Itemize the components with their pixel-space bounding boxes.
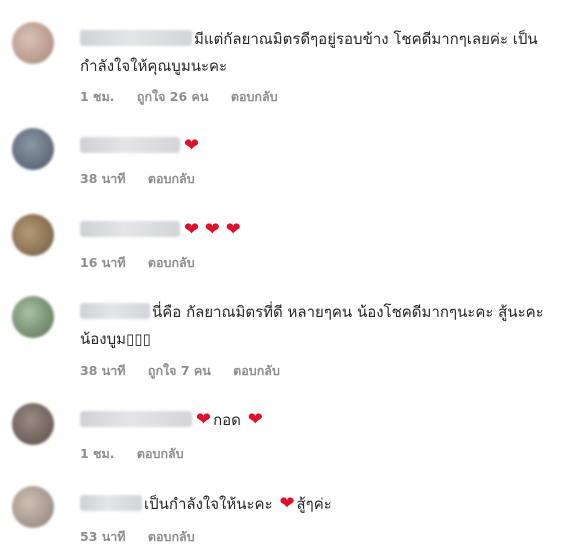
avatar[interactable] [12, 22, 54, 64]
comment-text-block: มีแต่กัลยาณมิตรดีๆอยู่รอบข้าง โชคดีมากๆเ… [80, 26, 570, 80]
comment-time: 38 นาที [80, 171, 126, 186]
reply-button[interactable]: ตอบกลับ [231, 89, 278, 104]
avatar[interactable] [12, 486, 54, 528]
avatar[interactable] [12, 128, 54, 170]
heart-icon: ❤ ❤ ❤ [184, 219, 241, 240]
username-blurred[interactable] [80, 30, 192, 46]
comment-text-block: ❤ [80, 132, 570, 160]
comment-meta: 1 ชม. ถูกใจ 26 คน ตอบกลับ [80, 87, 296, 107]
avatar[interactable] [12, 214, 54, 256]
comment-time: 16 นาที [80, 255, 126, 270]
comment-text: เป็นกำลังใจให้นะคะ [144, 495, 273, 513]
comment-meta: 38 นาที ตอบกลับ [80, 169, 213, 189]
username-blurred[interactable] [80, 221, 180, 237]
heart-icon: ❤ [196, 409, 212, 430]
heart-icon: ❤ [247, 409, 263, 430]
reply-button[interactable]: ตอบกลับ [233, 363, 280, 378]
comment-text-block: นี่คือ กัลยาณมิตรที่ดี หลายๆคน น้องโชคดี… [80, 299, 570, 353]
comment-time: 53 นาที [80, 529, 126, 544]
username-blurred[interactable] [80, 137, 180, 153]
comment-meta: 38 นาที ถูกใจ 7 คน ตอบกลับ [80, 361, 298, 381]
comment-text-block: เป็นกำลังใจให้นะคะ ❤ สู้ๆค่ะ [80, 490, 570, 518]
heart-icon: ❤ [279, 493, 295, 514]
unsupported-glyphs: ▯▯▯ [126, 330, 151, 348]
reply-button[interactable]: ตอบกลับ [148, 529, 195, 544]
username-blurred[interactable] [80, 411, 192, 427]
comment-text: กอด [213, 411, 241, 429]
comment-text-block: ❤ ❤ ❤ [80, 216, 570, 244]
comment-time: 1 ชม. [80, 89, 115, 104]
reply-button[interactable]: ตอบกลับ [137, 446, 184, 461]
username-blurred[interactable] [80, 303, 150, 319]
like-count[interactable]: ถูกใจ 26 คน [137, 89, 209, 104]
comment-text-2: สู้ๆค่ะ [296, 495, 332, 513]
comment-time: 1 ชม. [80, 446, 115, 461]
avatar[interactable] [12, 296, 54, 338]
heart-icon: ❤ [184, 135, 200, 156]
comment-time: 38 นาที [80, 363, 126, 378]
reply-button[interactable]: ตอบกลับ [148, 255, 195, 270]
comment-meta: 16 นาที ตอบกลับ [80, 253, 213, 273]
comment-meta: 1 ชม. ตอบกลับ [80, 444, 202, 464]
comment-meta: 53 นาที ตอบกลับ [80, 527, 213, 547]
username-blurred[interactable] [80, 495, 142, 511]
avatar[interactable] [12, 403, 54, 445]
like-count[interactable]: ถูกใจ 7 คน [148, 363, 211, 378]
comment-text-block: ❤ กอด ❤ [80, 406, 570, 434]
reply-button[interactable]: ตอบกลับ [148, 171, 195, 186]
